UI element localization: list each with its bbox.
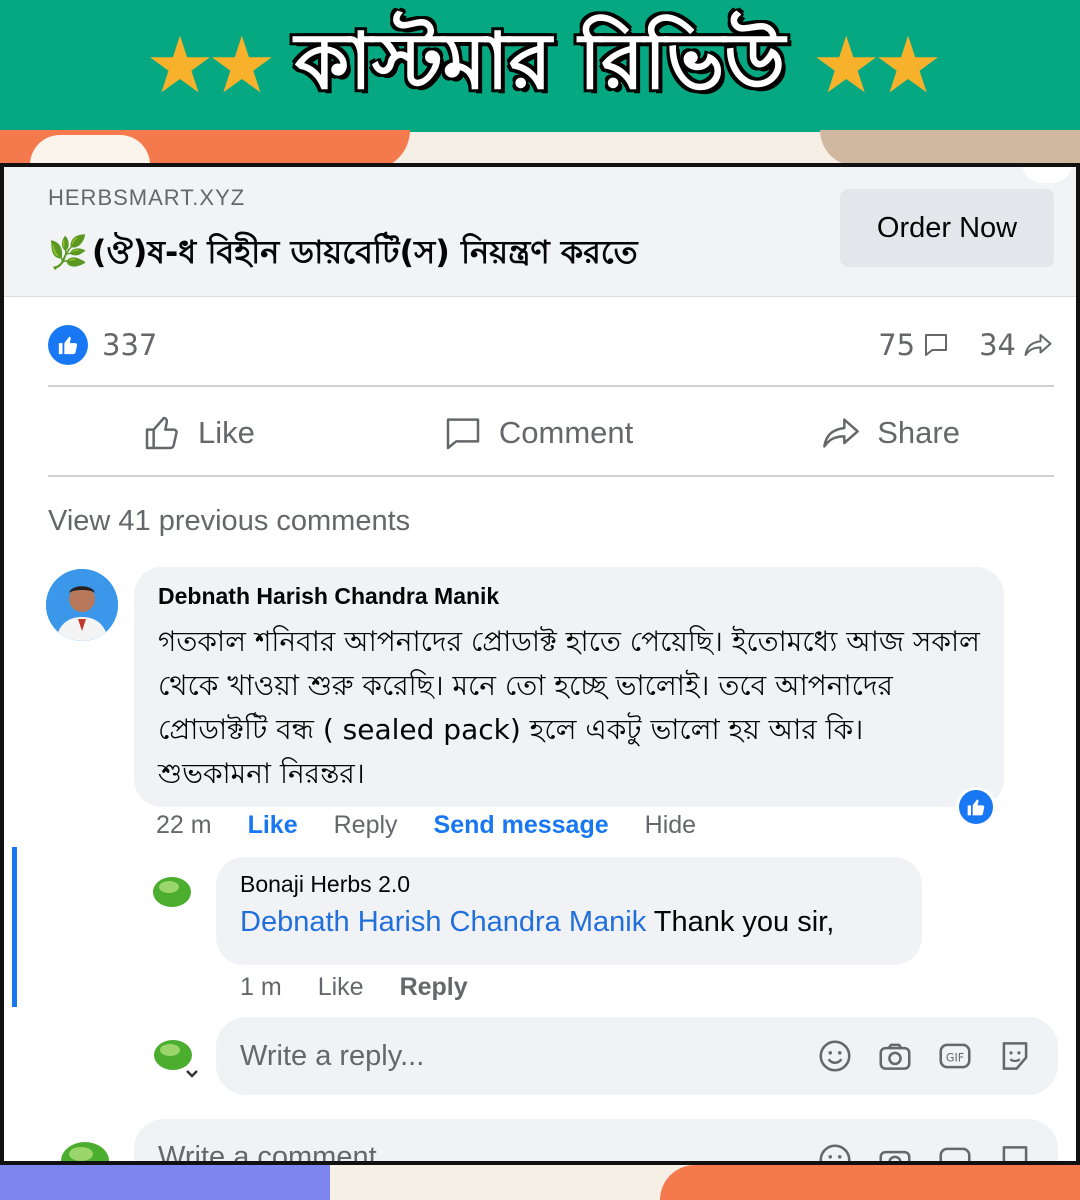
reply-input-placeholder: Write a reply... — [240, 1039, 425, 1072]
reaction-stats: 337 75 34 — [48, 315, 1054, 375]
page-avatar-selector[interactable] — [149, 1029, 203, 1083]
emoji-icon[interactable] — [816, 1037, 854, 1075]
banner-title: কাস্টমার রিভিউ — [293, 15, 787, 109]
order-now-button[interactable]: Order Now — [840, 189, 1054, 267]
reply-timestamp[interactable]: 1 m — [240, 973, 282, 1002]
share-icon — [1024, 334, 1052, 356]
comment-icon — [925, 334, 948, 356]
share-icon — [823, 418, 860, 448]
camera-icon[interactable] — [876, 1037, 914, 1075]
banner-title-row: ★★ কাস্টমার রিভিউ ★★ — [0, 0, 1080, 132]
footer-decoration — [0, 1165, 330, 1200]
reply-like-link[interactable]: Like — [318, 973, 364, 1002]
gif-icon[interactable]: GIF — [936, 1037, 974, 1075]
reply-meta: 1 m Like Reply — [240, 973, 468, 1002]
reply-input[interactable]: Write a reply... GIF — [216, 1017, 1058, 1095]
ad-headline: (ঔ)ষ-ধ বিহীন ডায়বেটি(স) নিয়ন্ত্রণ করতে — [91, 233, 638, 271]
like-count[interactable]: 337 — [48, 325, 157, 365]
emoji-icon[interactable] — [816, 1141, 854, 1165]
facebook-post-card: HERBSMART.XYZ 🌿 (ঔ)ষ-ধ বিহীন ডায়বেটি(স) … — [0, 163, 1080, 1165]
like-count-value: 337 — [102, 328, 158, 362]
comment-count[interactable]: 75 — [878, 328, 951, 362]
gif-icon[interactable] — [936, 1141, 974, 1165]
comment-count-value: 75 — [878, 328, 916, 362]
reply-text-row: Debnath Harish Chandra Manik Thank you s… — [240, 906, 898, 939]
reply-mention[interactable]: Debnath Harish Chandra Manik — [240, 906, 646, 938]
star-icon: ★★ — [811, 21, 943, 111]
footer-decoration — [660, 1165, 1080, 1200]
divider — [48, 475, 1054, 477]
reply-reply-link[interactable]: Reply — [400, 973, 468, 1002]
comment-reply-link[interactable]: Reply — [334, 811, 398, 840]
comment-input[interactable]: Write a comment... — [134, 1119, 1058, 1165]
share-count-value: 34 — [979, 328, 1016, 362]
thread-line — [12, 847, 17, 1007]
like-button[interactable]: Like — [142, 413, 255, 453]
sticker-icon[interactable] — [996, 1037, 1034, 1075]
comment-author[interactable]: Debnath Harish Chandra Manik — [158, 583, 980, 610]
like-reaction-badge[interactable] — [956, 787, 996, 827]
page-avatar[interactable] — [149, 867, 195, 913]
ad-link-preview[interactable]: HERBSMART.XYZ 🌿 (ঔ)ষ-ধ বিহীন ডায়বেটি(স) … — [4, 167, 1076, 297]
banner-decoration — [30, 135, 150, 165]
comment-meta: 22 m Like Reply Send message Hide — [156, 811, 696, 840]
comment-button-label: Comment — [498, 415, 634, 450]
view-previous-comments-link[interactable]: View 41 previous comments — [48, 505, 410, 538]
share-count[interactable]: 34 — [979, 328, 1054, 362]
reply-author[interactable]: Bonaji Herbs 2.0 — [240, 871, 898, 898]
camera-icon[interactable] — [876, 1141, 914, 1165]
svg-text:GIF: GIF — [946, 1052, 964, 1065]
reply-text: Thank you sir, — [646, 906, 835, 938]
hide-comment-link[interactable]: Hide — [645, 811, 696, 840]
like-reaction-icon — [48, 325, 88, 365]
ad-domain: HERBSMART.XYZ — [48, 185, 246, 210]
ad-headline-row: 🌿 (ঔ)ষ-ধ বিহীন ডায়বেটি(স) নিয়ন্ত্রণ করত… — [48, 227, 638, 281]
like-button-label: Like — [198, 415, 255, 450]
thumbs-up-icon — [145, 416, 178, 450]
post-actions: Like Comment Share — [48, 389, 1054, 477]
star-icon: ★★ — [144, 21, 277, 111]
comment-button[interactable]: Comment — [443, 413, 633, 453]
comment-icon — [446, 418, 480, 450]
page-avatar[interactable] — [52, 1125, 118, 1161]
banner-decoration — [820, 130, 1080, 166]
comment-like-link[interactable]: Like — [248, 811, 298, 840]
share-button-label: Share — [877, 415, 960, 450]
share-button[interactable]: Share — [821, 413, 960, 453]
comment-timestamp[interactable]: 22 m — [156, 811, 212, 840]
commenter-avatar[interactable] — [46, 569, 118, 641]
divider — [48, 385, 1054, 387]
comment-text: গতকাল শনিবার আপনাদের প্রোডাক্ট হাতে পেয়… — [158, 625, 980, 790]
reply-bubble: Bonaji Herbs 2.0 Debnath Harish Chandra … — [216, 857, 922, 965]
herb-leaf-icon: 🌿 — [48, 233, 88, 271]
send-message-link[interactable]: Send message — [434, 811, 609, 840]
comment-bubble: Debnath Harish Chandra Manik গতকাল শনিবা… — [134, 567, 1004, 807]
sticker-icon[interactable] — [996, 1141, 1034, 1165]
comment-input-placeholder: Write a comment... — [158, 1141, 401, 1165]
